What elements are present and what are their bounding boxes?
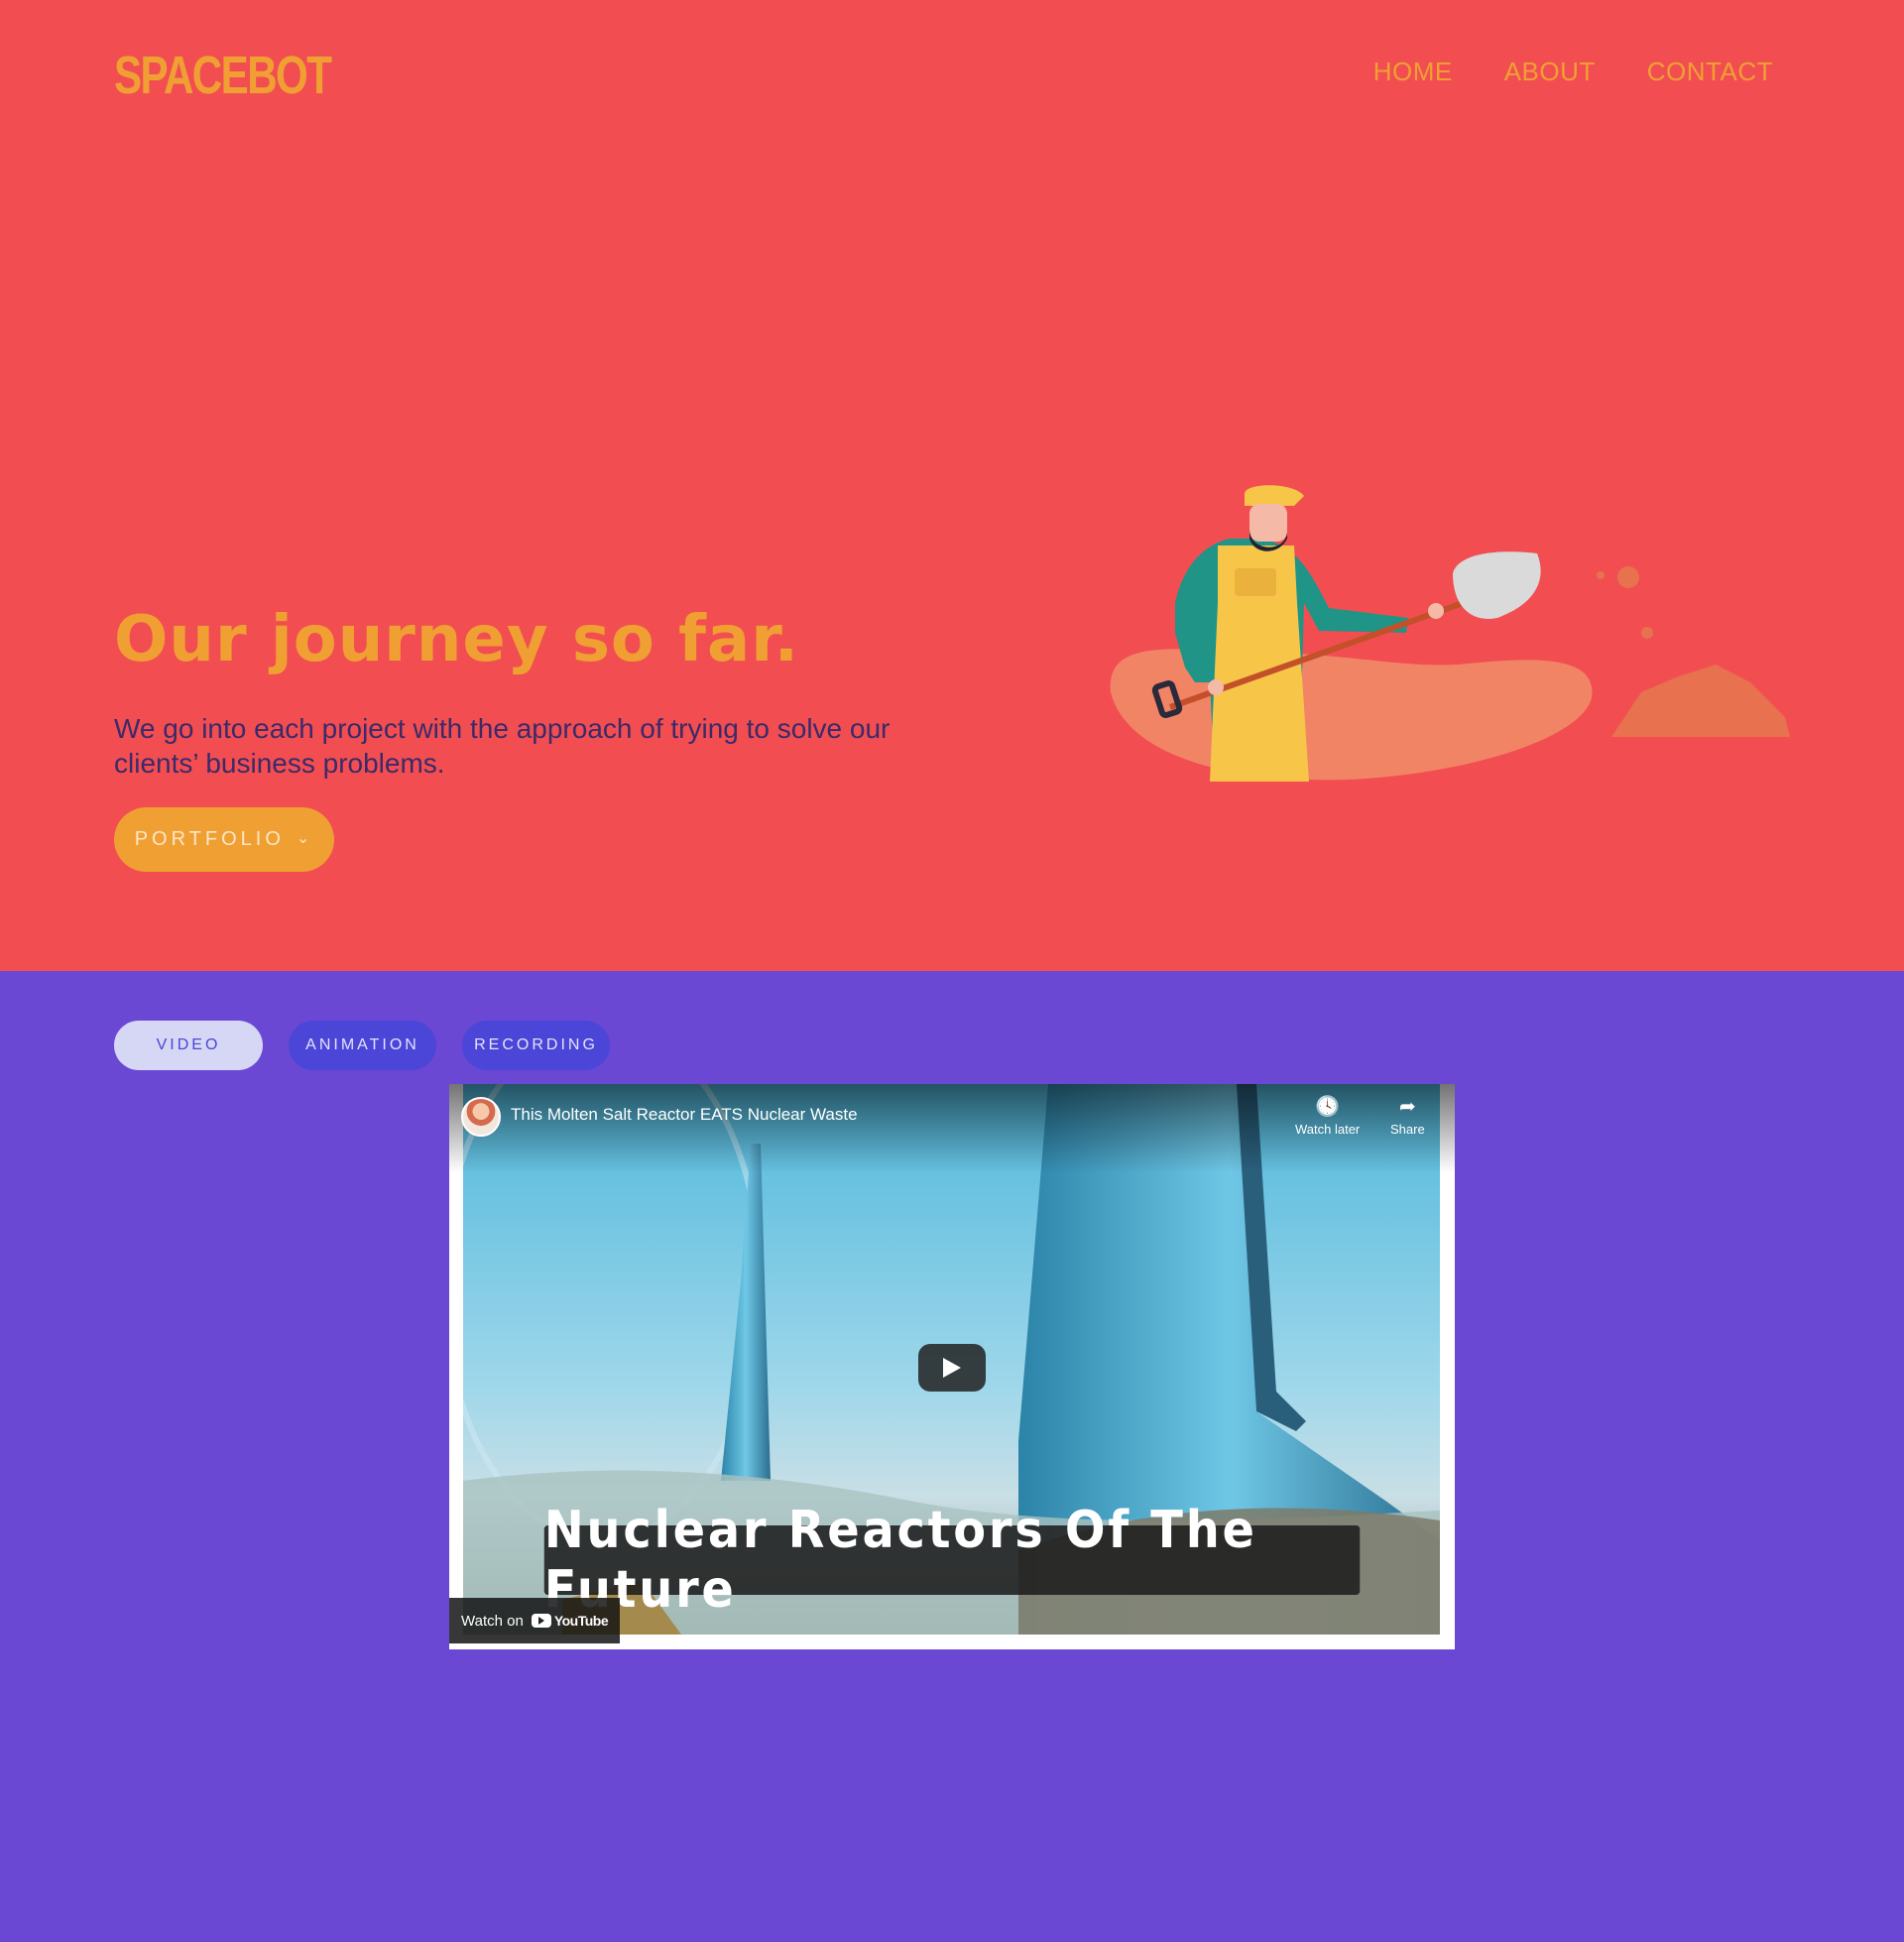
video-title[interactable]: This Molten Salt Reactor EATS Nuclear Wa… bbox=[511, 1105, 858, 1125]
page-title: Our journey so far. bbox=[114, 603, 799, 676]
play-icon bbox=[943, 1358, 961, 1378]
tab-video[interactable]: VIDEO bbox=[114, 1021, 263, 1070]
site-logo[interactable]: SPACEBOT bbox=[114, 45, 332, 106]
youtube-logo: YouTube bbox=[531, 1613, 609, 1629]
share-arrow-icon: ➦ bbox=[1398, 1096, 1416, 1118]
watch-on-youtube-button[interactable]: Watch on YouTube bbox=[449, 1598, 620, 1643]
digger-illustration-icon bbox=[1110, 485, 1790, 782]
youtube-wordmark: YouTube bbox=[553, 1613, 609, 1629]
tab-animation[interactable]: ANIMATION bbox=[289, 1021, 436, 1070]
youtube-play-icon bbox=[531, 1614, 551, 1628]
share-button[interactable]: ➦ Share bbox=[1390, 1096, 1425, 1137]
clock-icon: 🕓 bbox=[1315, 1096, 1341, 1118]
chevron-down-icon: ⌄ bbox=[296, 829, 314, 847]
watch-later-label: Watch later bbox=[1295, 1122, 1361, 1137]
portfolio-button[interactable]: PORTFOLIO ⌄ bbox=[114, 807, 334, 872]
tab-recording[interactable]: RECORDING bbox=[462, 1021, 610, 1070]
portfolio-button-label: PORTFOLIO bbox=[134, 828, 285, 850]
channel-avatar[interactable] bbox=[461, 1097, 501, 1137]
watch-on-label: Watch on bbox=[461, 1612, 524, 1630]
dirt-hole-shape bbox=[1110, 649, 1593, 781]
nav-about[interactable]: ABOUT bbox=[1504, 57, 1596, 87]
hero-subtitle: We go into each project with the approac… bbox=[114, 713, 891, 779]
dirt-pile-shape bbox=[1611, 665, 1790, 737]
watch-later-button[interactable]: 🕓 Watch later bbox=[1295, 1096, 1360, 1137]
thumbnail-caption: Nuclear Reactors Of The Future bbox=[543, 1501, 1361, 1620]
filter-tabs: VIDEO ANIMATION RECORDING bbox=[114, 1021, 610, 1070]
share-label: Share bbox=[1390, 1122, 1425, 1137]
nav-home[interactable]: HOME bbox=[1373, 57, 1453, 87]
hero-section: SPACEBOT HOME ABOUT CONTACT Our journey … bbox=[0, 0, 1904, 971]
main-nav: HOME ABOUT CONTACT bbox=[1373, 57, 1773, 87]
nav-contact[interactable]: CONTACT bbox=[1647, 57, 1773, 87]
play-button[interactable] bbox=[918, 1344, 986, 1392]
youtube-embed[interactable]: This Molten Salt Reactor EATS Nuclear Wa… bbox=[449, 1084, 1455, 1649]
